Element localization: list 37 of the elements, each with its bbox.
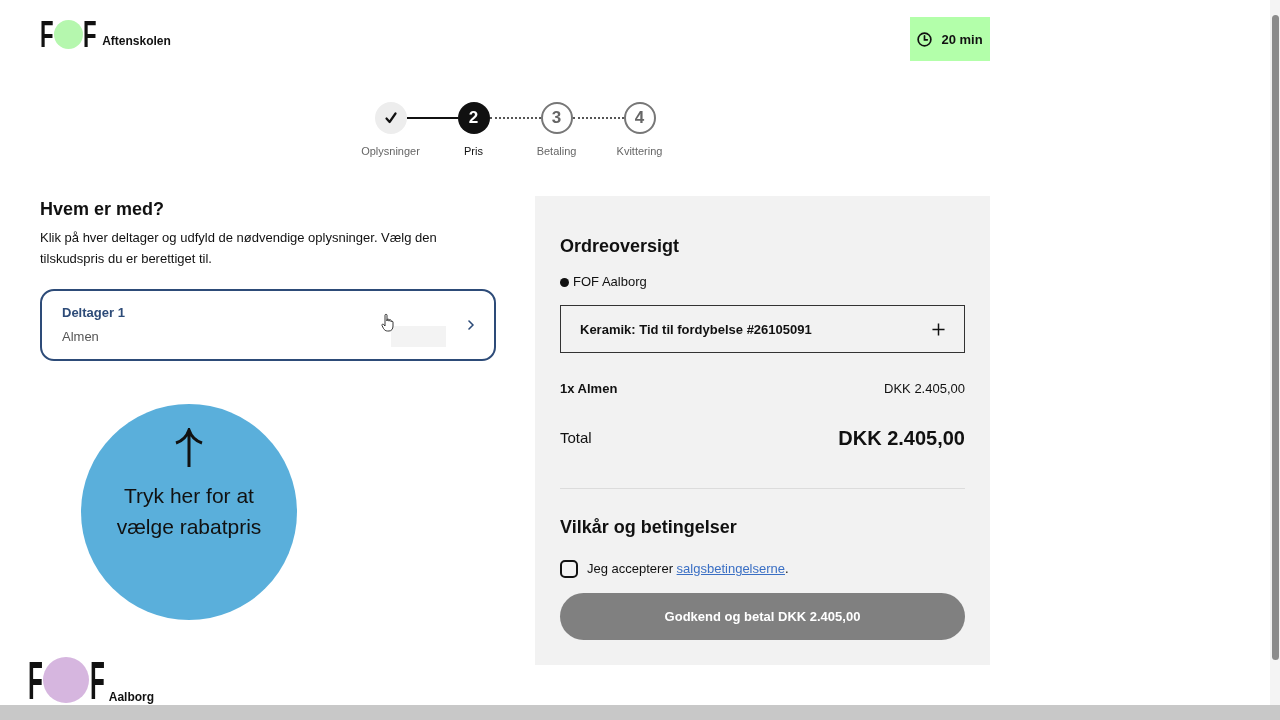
course-accordion[interactable]: Keramik: Tid til fordybelse #26105091	[560, 305, 965, 353]
logo-link[interactable]: F F Aftenskolen	[40, 20, 171, 48]
loading-placeholder	[391, 326, 446, 347]
participant-card[interactable]: Deltager 1 Almen	[40, 289, 496, 361]
timer-label: 20 min	[941, 31, 983, 47]
total-label: Total	[560, 428, 592, 448]
callout-text: Tryk her for at vælge rabatpris	[115, 483, 263, 540]
step-label: Oplysninger	[361, 145, 420, 158]
step-label: Pris	[464, 145, 483, 158]
step-connector	[489, 117, 541, 119]
section-heading: Ordreoversigt	[560, 235, 681, 257]
logo-circle-icon	[42, 657, 89, 703]
step-label: Betaling	[536, 145, 577, 158]
checkbox[interactable]	[560, 560, 578, 578]
chevron-right-icon	[468, 320, 474, 330]
terms-link[interactable]: salgsbetingelserne	[676, 561, 785, 576]
bullet-dot-icon	[560, 277, 569, 287]
step-indicator: 2	[457, 102, 490, 134]
provider-name: FOF Aalborg	[573, 274, 647, 290]
line-item-amount: DKK 2.405,00	[884, 381, 965, 397]
scrollbar-thumb[interactable]	[1271, 15, 1279, 660]
step-label: Kvittering	[616, 145, 663, 158]
clock-icon	[917, 31, 933, 47]
checkmark-icon	[384, 112, 397, 124]
step-indicator: 4	[623, 102, 656, 134]
section-heading: Vilkår og betingelser	[560, 516, 738, 538]
intro-text: Klik på hver deltager og udfyld de nødvendige oplysninger. Vælg den tilskudspris du er berettiget til.	[40, 229, 438, 268]
section-heading: Hvem er med?	[40, 198, 166, 220]
step-connector	[572, 117, 624, 119]
arrow-up-icon	[174, 428, 204, 468]
hand-cursor-icon	[381, 313, 395, 332]
step-indicator: 3	[540, 102, 573, 134]
total-amount: DKK 2.405,00	[838, 426, 965, 450]
terms-text: Jeg accepterer salgsbetingelserne.	[587, 561, 789, 577]
step-connector	[406, 117, 458, 119]
logo-circle-icon	[53, 20, 83, 49]
line-item-label: 1x Almen	[560, 381, 618, 397]
